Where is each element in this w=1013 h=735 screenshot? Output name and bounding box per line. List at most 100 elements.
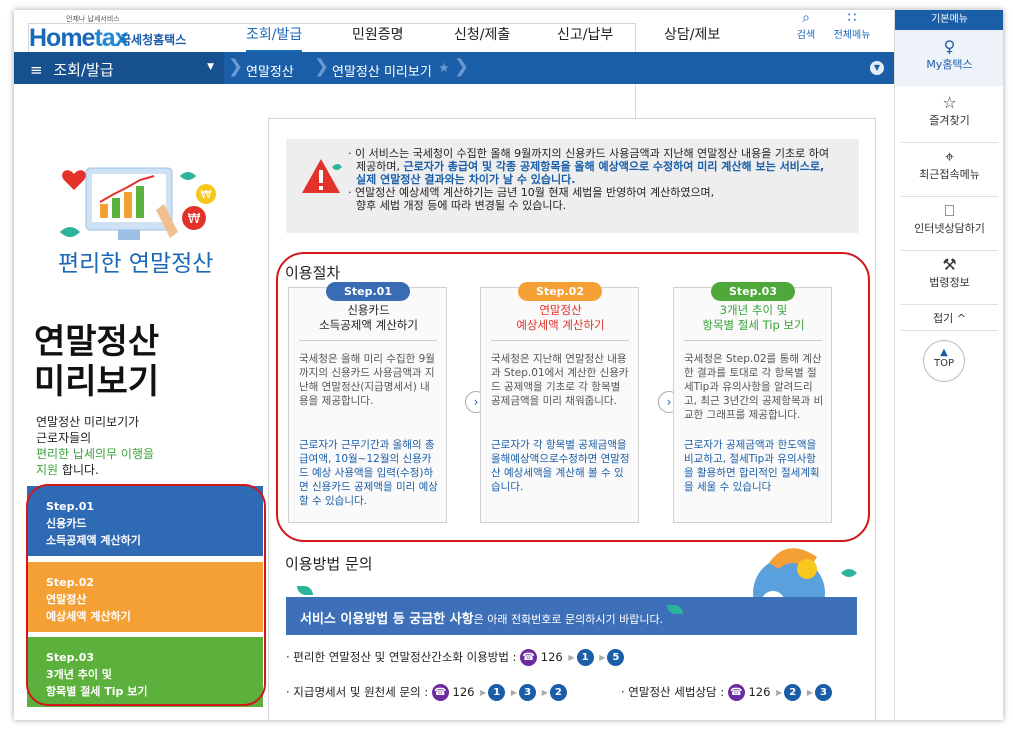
quick-recent[interactable]: ⌖ 최근접속메뉴 xyxy=(895,146,1003,196)
arrow-up-icon: ▲ xyxy=(940,347,948,358)
notice-line: · 이 서비스는 국세청이 수집한 올해 9월까지의 신용카드 사용금액과 지난… xyxy=(348,147,829,160)
favorite-star-icon[interactable]: ★ xyxy=(438,61,450,76)
step-03-pill: Step.03 xyxy=(711,282,795,301)
card-title-line: 항목별 절세 Tip 보기 xyxy=(702,318,805,332)
step-arrow-icon: ▶ xyxy=(776,688,783,697)
all-menu-button[interactable]: ∷ 전체메뉴 xyxy=(829,10,875,41)
quick-menu-fold[interactable]: 접기 ^ xyxy=(895,310,1003,328)
divider xyxy=(901,304,998,305)
logo-korean-name: 국세청홈택스 xyxy=(120,33,187,47)
card-title-line: 신용카드 xyxy=(347,303,390,317)
phone-number: 126 xyxy=(748,685,771,699)
inquiry-line-2: · 지급명세서 및 원천세 문의 : ☎ 126 ▶ 1 ▶ 3 ▶ 2 xyxy=(286,684,567,701)
gavel-icon: ⚒ xyxy=(942,255,957,274)
step-label: 3개년 추이 및 xyxy=(46,668,112,681)
card-highlight: 근로자가 근무기간과 올해의 총급여액, 10월~12월의 신용카드 예상 사용… xyxy=(299,439,438,507)
notice-line-emphasis: 실제 연말정산 결과와는 차이가 날 수 있습니다. xyxy=(356,173,576,186)
step-03-button[interactable]: Step.03 3개년 추이 및 항목별 절세 Tip 보기 xyxy=(27,637,263,707)
quick-online-consult[interactable]: ⎕ 인터넷상담하기 xyxy=(895,200,1003,250)
phone-icon: ☎ xyxy=(431,684,449,701)
warning-icon xyxy=(302,159,342,193)
menu-code: 2 xyxy=(784,684,802,701)
search-label: 검색 xyxy=(796,30,816,41)
divider xyxy=(901,330,998,331)
divider xyxy=(901,142,998,143)
gnav-report-pay[interactable]: 신고/납부 xyxy=(557,24,613,44)
step-03-card: 3개년 추이 및 항목별 절세 Tip 보기 국세청은 Step.02를 통해 … xyxy=(673,287,832,523)
quick-menu-header: 기본메뉴 xyxy=(895,10,1003,30)
step-arrow-icon: ▶ xyxy=(480,688,487,697)
global-header: 언제나 납세서비스 Hometax 국세청홈택스 조회/발급 민원증명 신청/제… xyxy=(14,10,894,625)
phone-icon: ☎ xyxy=(727,684,745,701)
divider xyxy=(901,250,998,251)
breadcrumb-preview[interactable]: 연말정산 미리보기 xyxy=(332,61,432,80)
inquiry-line-3: · 연말정산 세법상담 : ☎ 126 ▶ 2 ▶ 3 xyxy=(621,684,833,701)
gnav-certificate[interactable]: 민원증명 xyxy=(352,24,404,44)
menu-code: 1 xyxy=(576,649,594,666)
step-arrow-icon: ▶ xyxy=(568,653,575,662)
step-01-button[interactable]: Step.01 신용카드 소득공제액 계산하기 xyxy=(27,486,263,556)
left-description: 연말정산 미리보기가 근로자들의 편리한 납세의무 이행을 지원 합니다. xyxy=(36,414,154,478)
inquiry-banner: 서비스 이용방법 등 궁금한 사항은 아래 전화번호로 문의하시기 바랍니다. xyxy=(286,597,857,635)
quick-law-info[interactable]: ⚒ 법령정보 xyxy=(895,254,1003,304)
step-arrow-icon: ▶ xyxy=(599,653,606,662)
step-01-pill: Step.01 xyxy=(326,282,410,301)
category-menu-dropdown[interactable]: ≡ 조회/발급 ▼ xyxy=(14,52,224,84)
step-02-pill: Step.02 xyxy=(518,282,602,301)
monitor-icon: ⎕ xyxy=(944,201,955,220)
gnav-apply[interactable]: 신청/제출 xyxy=(454,24,510,44)
search-button[interactable]: ⌕ 검색 xyxy=(786,10,826,41)
procedure-title: 이용절차 xyxy=(285,264,341,282)
category-menu-label: 조회/발급 xyxy=(53,61,114,79)
menu-code: 3 xyxy=(519,684,537,701)
phone-number: 126 xyxy=(540,650,563,664)
phone-icon: ☎ xyxy=(520,649,538,666)
banner-text: 서비스 이용방법 등 궁금한 사항은 아래 전화번호로 문의하시기 바랍니다. xyxy=(300,608,663,627)
quick-recent-label: 최근접속메뉴 xyxy=(919,168,980,181)
breadcrumb-year-end[interactable]: 연말정산 xyxy=(246,61,294,80)
main-content: · 이 서비스는 국세청이 수집한 올해 9월까지의 신용카드 사용금액과 지난… xyxy=(268,118,876,720)
grid-icon: ∷ xyxy=(847,10,857,26)
notice-text-plain: 제공하며, xyxy=(356,160,404,173)
quick-my-hometax[interactable]: ♀ My홈택스 xyxy=(895,30,1003,86)
gnav-lookup[interactable]: 조회/발급 xyxy=(246,24,303,52)
step-label: 신용카드 xyxy=(46,517,87,530)
inquiry-title: 이용방법 문의 xyxy=(285,555,373,573)
card-highlight: 근로자가 공제금액과 한도액을 비교하고, 절세Tip과 유의사항을 활용하면 … xyxy=(684,439,820,493)
gnav-consult[interactable]: 상담/제보 xyxy=(664,24,720,44)
hometax-logo[interactable]: 언제나 납세서비스 Hometax 국세청홈택스 xyxy=(28,14,636,625)
step-arrow-icon: ▶ xyxy=(510,688,518,697)
star-icon: ☆ xyxy=(942,93,957,112)
desc-line-highlight: 편리한 납세의무 이행을 xyxy=(36,447,155,461)
step-label: Step.01 xyxy=(46,500,95,513)
scroll-top-button[interactable]: ▲ TOP xyxy=(923,340,965,382)
quick-my-hometax-label: My홈택스 xyxy=(926,58,973,71)
page-title-line1: 연말정산 xyxy=(34,322,160,362)
notice-text-emphasis: 근로자가 총급여 및 각종 공제항목을 올해 예상액으로 수정하여 미리 계산해… xyxy=(403,160,825,173)
step-label: 예상세액 계산하기 xyxy=(46,610,131,623)
banner-rest: 은 아래 전화번호로 문의하시기 바랍니다. xyxy=(473,613,664,626)
svg-text:₩: ₩ xyxy=(201,188,212,201)
sub-navigation-bar: ≡ 조회/발급 ▼ ❯ 연말정산 ❯ 연말정산 미리보기 ★ ❯ ▼ xyxy=(14,52,894,84)
card-body: 국세청은 Step.02를 통해 계산한 결과를 토대로 각 항목별 절세Tip… xyxy=(684,353,824,421)
card-title-line: 소득공제액 계산하기 xyxy=(319,318,418,332)
banner-emphasis: 서비스 이용방법 등 궁금한 사항 xyxy=(300,612,474,627)
card-title-line: 3개년 추이 및 xyxy=(719,303,788,317)
expand-down-icon[interactable]: ▼ xyxy=(870,61,884,75)
quick-menu: 기본메뉴 ♀ My홈택스 ☆ 즐겨찾기 ⌖ 최근접속메뉴 ⎕ 인터넷상담하기 ⚒… xyxy=(894,10,1003,720)
breadcrumb-separator-icon: ❯ xyxy=(228,56,244,77)
search-icon: ⌕ xyxy=(802,10,810,26)
card-divider xyxy=(491,340,629,341)
scroll-top-label: TOP xyxy=(933,358,954,369)
notice-line: 제공하며, 근로자가 총급여 및 각종 공제항목을 올해 예상액으로 수정하여 … xyxy=(348,160,854,173)
step-label: 항목별 절세 Tip 보기 xyxy=(46,685,148,698)
step-02-button[interactable]: Step.02 연말정산 예상세액 계산하기 xyxy=(27,562,263,632)
step-02-card: 연말정산 예상세액 계산하기 국세청은 지난해 연말정산 내용과 Step.01… xyxy=(480,287,639,523)
breadcrumb-separator-icon: ❯ xyxy=(454,56,470,77)
inquiry-label: · 지급명세서 및 원천세 문의 : xyxy=(286,685,429,699)
quick-favorites[interactable]: ☆ 즐겨찾기 xyxy=(895,92,1003,142)
step-arrow-icon: ▶ xyxy=(541,688,548,697)
recent-search-icon: ⌖ xyxy=(944,147,954,166)
svg-text:₩: ₩ xyxy=(188,212,201,227)
left-caption: 편리한 연말정산 xyxy=(58,251,214,277)
